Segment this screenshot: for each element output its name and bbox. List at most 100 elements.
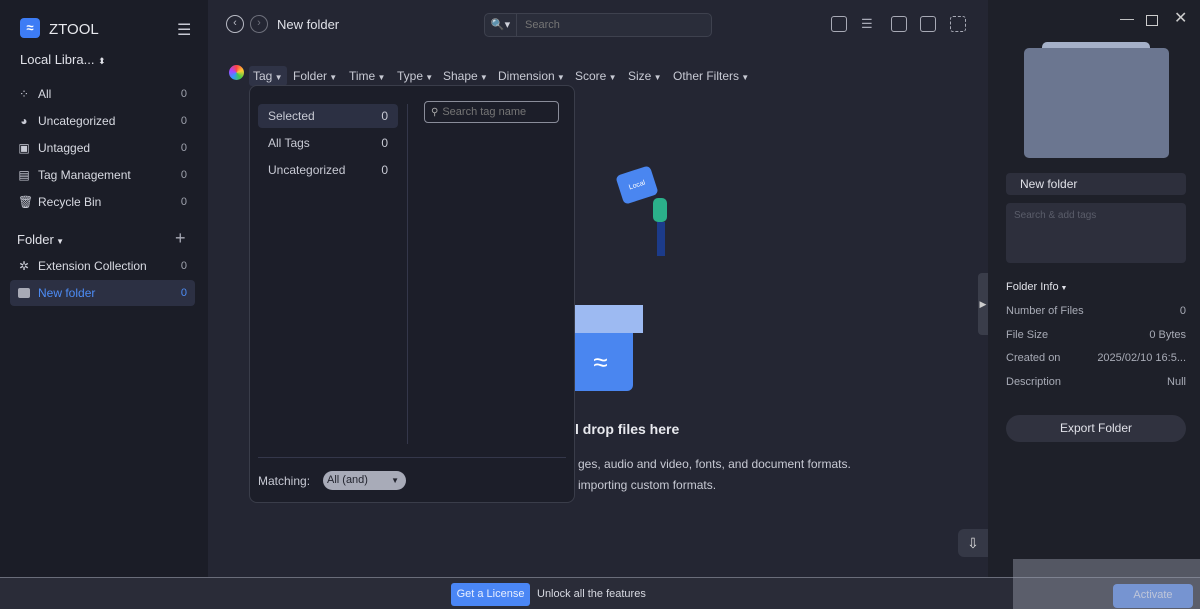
export-folder-button[interactable]: Export Folder bbox=[1006, 415, 1186, 442]
folder-thumbnail bbox=[1024, 48, 1169, 158]
menu-icon[interactable]: ☰ bbox=[177, 20, 191, 40]
label: Selected bbox=[268, 109, 315, 123]
tag-icon: ▤ bbox=[18, 168, 30, 182]
sidebar-item-uncategorized[interactable]: ◕ Uncategorized 0 bbox=[10, 108, 195, 134]
collapse-right-handle[interactable]: ▶ bbox=[978, 273, 988, 335]
tag-search-input[interactable] bbox=[442, 106, 553, 118]
divider bbox=[258, 457, 566, 458]
search-box[interactable]: 🔍▾ bbox=[484, 13, 712, 37]
tag-search-box[interactable]: ⚲ bbox=[424, 101, 559, 123]
label: Untagged bbox=[38, 141, 91, 155]
extension-icon: ✲ bbox=[18, 259, 30, 273]
chevron-down-icon: ▼ bbox=[272, 73, 283, 82]
folder-new-folder[interactable]: New folder 0 bbox=[10, 280, 195, 306]
grid-view-icon[interactable] bbox=[950, 16, 966, 32]
count: 0 bbox=[180, 260, 187, 272]
info-value: 0 Bytes bbox=[1149, 328, 1186, 341]
sidebar-item-all[interactable]: ⁘ All 0 bbox=[10, 81, 195, 107]
count: 0 bbox=[381, 163, 388, 177]
layout-icon[interactable] bbox=[920, 16, 936, 32]
label: Folder bbox=[17, 232, 54, 247]
add-folder-icon[interactable]: + bbox=[175, 228, 186, 249]
pie-icon: ◕ bbox=[20, 114, 28, 128]
get-license-button[interactable]: Get a License bbox=[451, 583, 530, 606]
tag-option-all-tags[interactable]: All Tags 0 bbox=[258, 131, 398, 155]
matching-label: Matching: bbox=[258, 474, 311, 488]
info-row: File Size 0 Bytes bbox=[1006, 329, 1186, 341]
label: Other Filters bbox=[673, 69, 740, 83]
info-value: 0 bbox=[1179, 305, 1186, 317]
info-value: 2025/02/10 16:5... bbox=[1097, 352, 1186, 364]
label: New folder bbox=[38, 286, 96, 300]
box-logo: ≈ bbox=[568, 333, 633, 391]
label: Dimension bbox=[498, 69, 555, 83]
filter-type[interactable]: Type ▼ bbox=[397, 66, 433, 86]
ztool-logo: ≈ bbox=[20, 18, 40, 38]
toggle-panel-icon[interactable] bbox=[831, 16, 847, 32]
trash-icon: 🗑 bbox=[18, 195, 34, 209]
filter-tag[interactable]: Tag ▼ bbox=[249, 66, 287, 86]
count: 0 bbox=[180, 115, 187, 127]
color-filter-icon[interactable] bbox=[229, 65, 244, 80]
search-icon[interactable]: 🔍▾ bbox=[485, 14, 517, 36]
matching-select[interactable]: All (and) ▼ bbox=[323, 471, 406, 490]
folder-icon bbox=[18, 288, 30, 298]
filter-shape[interactable]: Shape ▼ bbox=[443, 66, 488, 86]
count: 0 bbox=[180, 142, 187, 154]
label: Recycle Bin bbox=[38, 195, 102, 209]
back-button[interactable]: ‹ bbox=[226, 15, 244, 33]
label: Size bbox=[628, 69, 652, 83]
library-switcher[interactable]: Local Libra... ⬍ bbox=[20, 52, 106, 67]
forward-button[interactable]: › bbox=[250, 15, 268, 33]
sidebar-item-untagged[interactable]: ▣ Untagged 0 bbox=[10, 135, 195, 161]
count: 0 bbox=[180, 169, 187, 181]
info-label: File Size bbox=[1006, 328, 1049, 341]
count: 0 bbox=[381, 136, 388, 150]
display-icon[interactable] bbox=[891, 16, 907, 32]
sort-icon[interactable]: ☰ bbox=[861, 16, 877, 32]
folder-header[interactable]: Folder ▼ bbox=[17, 232, 64, 247]
sidebar: ≈ ZTOOL ☰ Local Libra... ⬍ ⁘ All 0 ◕ Uncate… bbox=[0, 0, 208, 578]
chevron-down-icon: ▼ bbox=[651, 73, 662, 82]
filter-dimension[interactable]: Dimension ▼ bbox=[498, 66, 565, 86]
info-label: Description bbox=[1006, 375, 1062, 388]
person-graphic bbox=[653, 198, 667, 222]
filter-other-filters[interactable]: Other Filters ▼ bbox=[673, 66, 749, 86]
label: Extension Collection bbox=[38, 259, 147, 273]
sidebar-item-recycle-bin[interactable]: 🗑 Recycle Bin 0 bbox=[10, 189, 195, 215]
folder-name-input[interactable]: New folder bbox=[1006, 173, 1186, 195]
label: Uncategorized bbox=[38, 114, 116, 128]
filter-folder[interactable]: Folder ▼ bbox=[293, 66, 337, 86]
tags-input[interactable]: Search & add tags bbox=[1006, 203, 1186, 263]
filter-score[interactable]: Score ▼ bbox=[575, 66, 617, 86]
info-label: Created on bbox=[1006, 352, 1061, 364]
filter-size[interactable]: Size ▼ bbox=[628, 66, 661, 86]
empty-line2: importing custom formats. bbox=[578, 478, 717, 492]
chevron-down-icon: ▼ bbox=[554, 73, 565, 82]
count: 0 bbox=[180, 287, 187, 299]
label: All Tags bbox=[268, 136, 310, 150]
folder-info-header[interactable]: Folder Info ▼ bbox=[1006, 281, 1067, 293]
filter-time[interactable]: Time ▼ bbox=[349, 66, 385, 86]
label: Shape bbox=[443, 69, 478, 83]
count: 0 bbox=[180, 196, 187, 208]
page-title: New folder bbox=[277, 17, 340, 32]
label: All bbox=[38, 87, 52, 101]
app-title: ZTOOL bbox=[49, 21, 99, 38]
folder-extension-collection[interactable]: ✲ Extension Collection 0 bbox=[10, 253, 195, 279]
import-icon[interactable]: ⇩ bbox=[958, 529, 988, 557]
activate-button[interactable]: Activate bbox=[1113, 584, 1193, 608]
maximize-button[interactable] bbox=[1146, 15, 1158, 26]
chevron-down-icon: ▼ bbox=[606, 73, 617, 82]
tag-option-selected[interactable]: Selected 0 bbox=[258, 104, 398, 128]
minimize-button[interactable]: — bbox=[1120, 10, 1134, 26]
label: Tag bbox=[253, 69, 273, 83]
info-value: Null bbox=[1167, 375, 1186, 388]
search-input[interactable] bbox=[525, 19, 705, 31]
inspector-panel: — ✕ New folder Search & add tags Folder … bbox=[988, 0, 1200, 578]
sidebar-item-tag-management[interactable]: ▤ Tag Management 0 bbox=[10, 162, 195, 188]
empty-illustration: Local bbox=[573, 165, 673, 288]
close-button[interactable]: ✕ bbox=[1174, 8, 1187, 28]
info-row: Created on 2025/02/10 16:5... bbox=[1006, 352, 1186, 364]
tag-option-uncategorized[interactable]: Uncategorized 0 bbox=[258, 158, 398, 182]
